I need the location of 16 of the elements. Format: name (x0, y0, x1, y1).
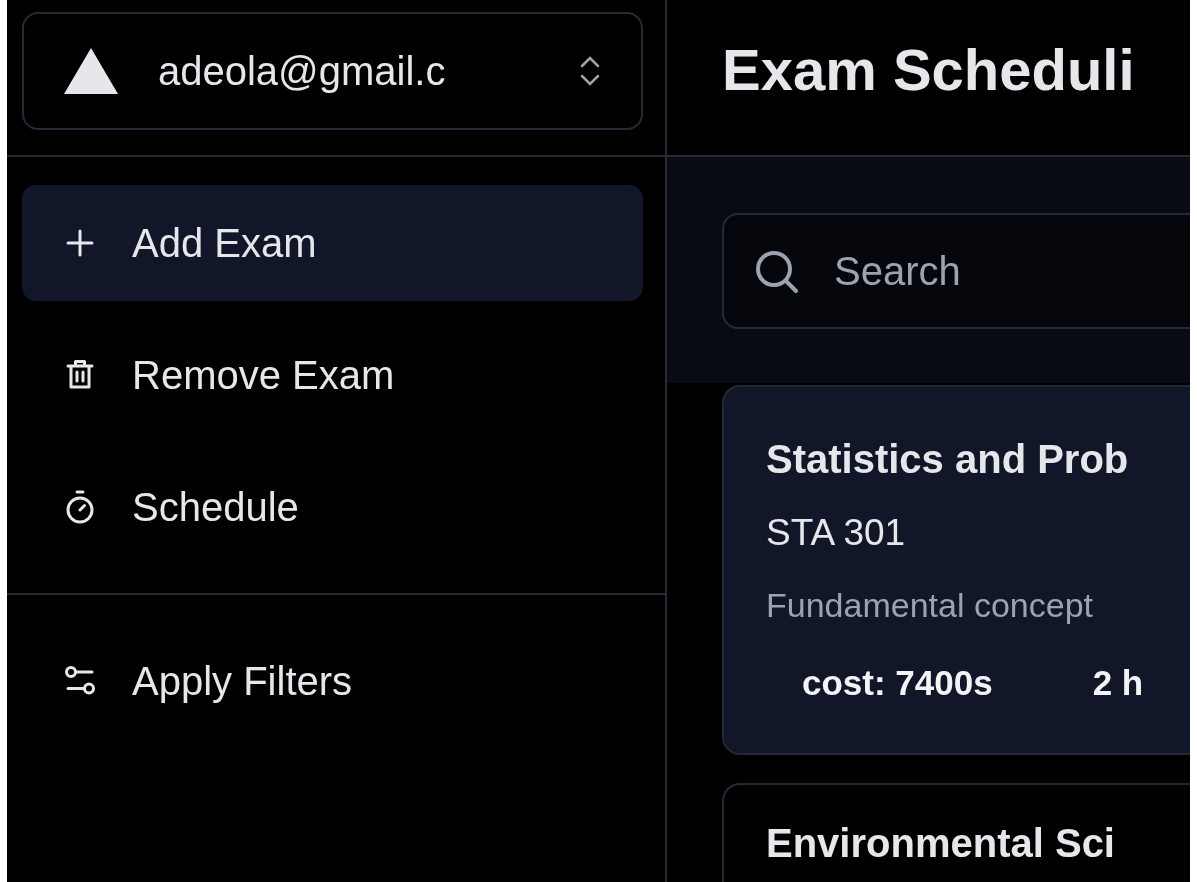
triangle-logo-icon (64, 48, 118, 94)
search-field[interactable]: Search (722, 213, 1190, 329)
page-title: Exam Scheduli (722, 36, 1136, 103)
account-switcher[interactable]: adeola@gmail.c (22, 12, 643, 130)
course-code: STA 301 (766, 512, 907, 554)
exam-card[interactable]: Environmental Sci (722, 783, 1190, 882)
sidebar-item[interactable]: Schedule (22, 449, 643, 565)
exam-description: Fundamental concept (766, 586, 1094, 625)
exam-card[interactable]: Statistics and Prob STA 301 Fundamental concept cost: 7400s 2 h (722, 385, 1190, 755)
exam-stat: 2 h (1092, 663, 1144, 703)
sidebar-item[interactable]: Remove Exam (22, 317, 643, 433)
exam-stat: cost: 7400s (802, 663, 993, 703)
exam-title: Environmental Sci (766, 821, 1116, 866)
exam-title: Statistics and Prob (766, 437, 1130, 482)
sidebar-item[interactable]: Apply Filters (22, 623, 643, 739)
sidebar-item[interactable]: Add Exam (22, 185, 643, 301)
